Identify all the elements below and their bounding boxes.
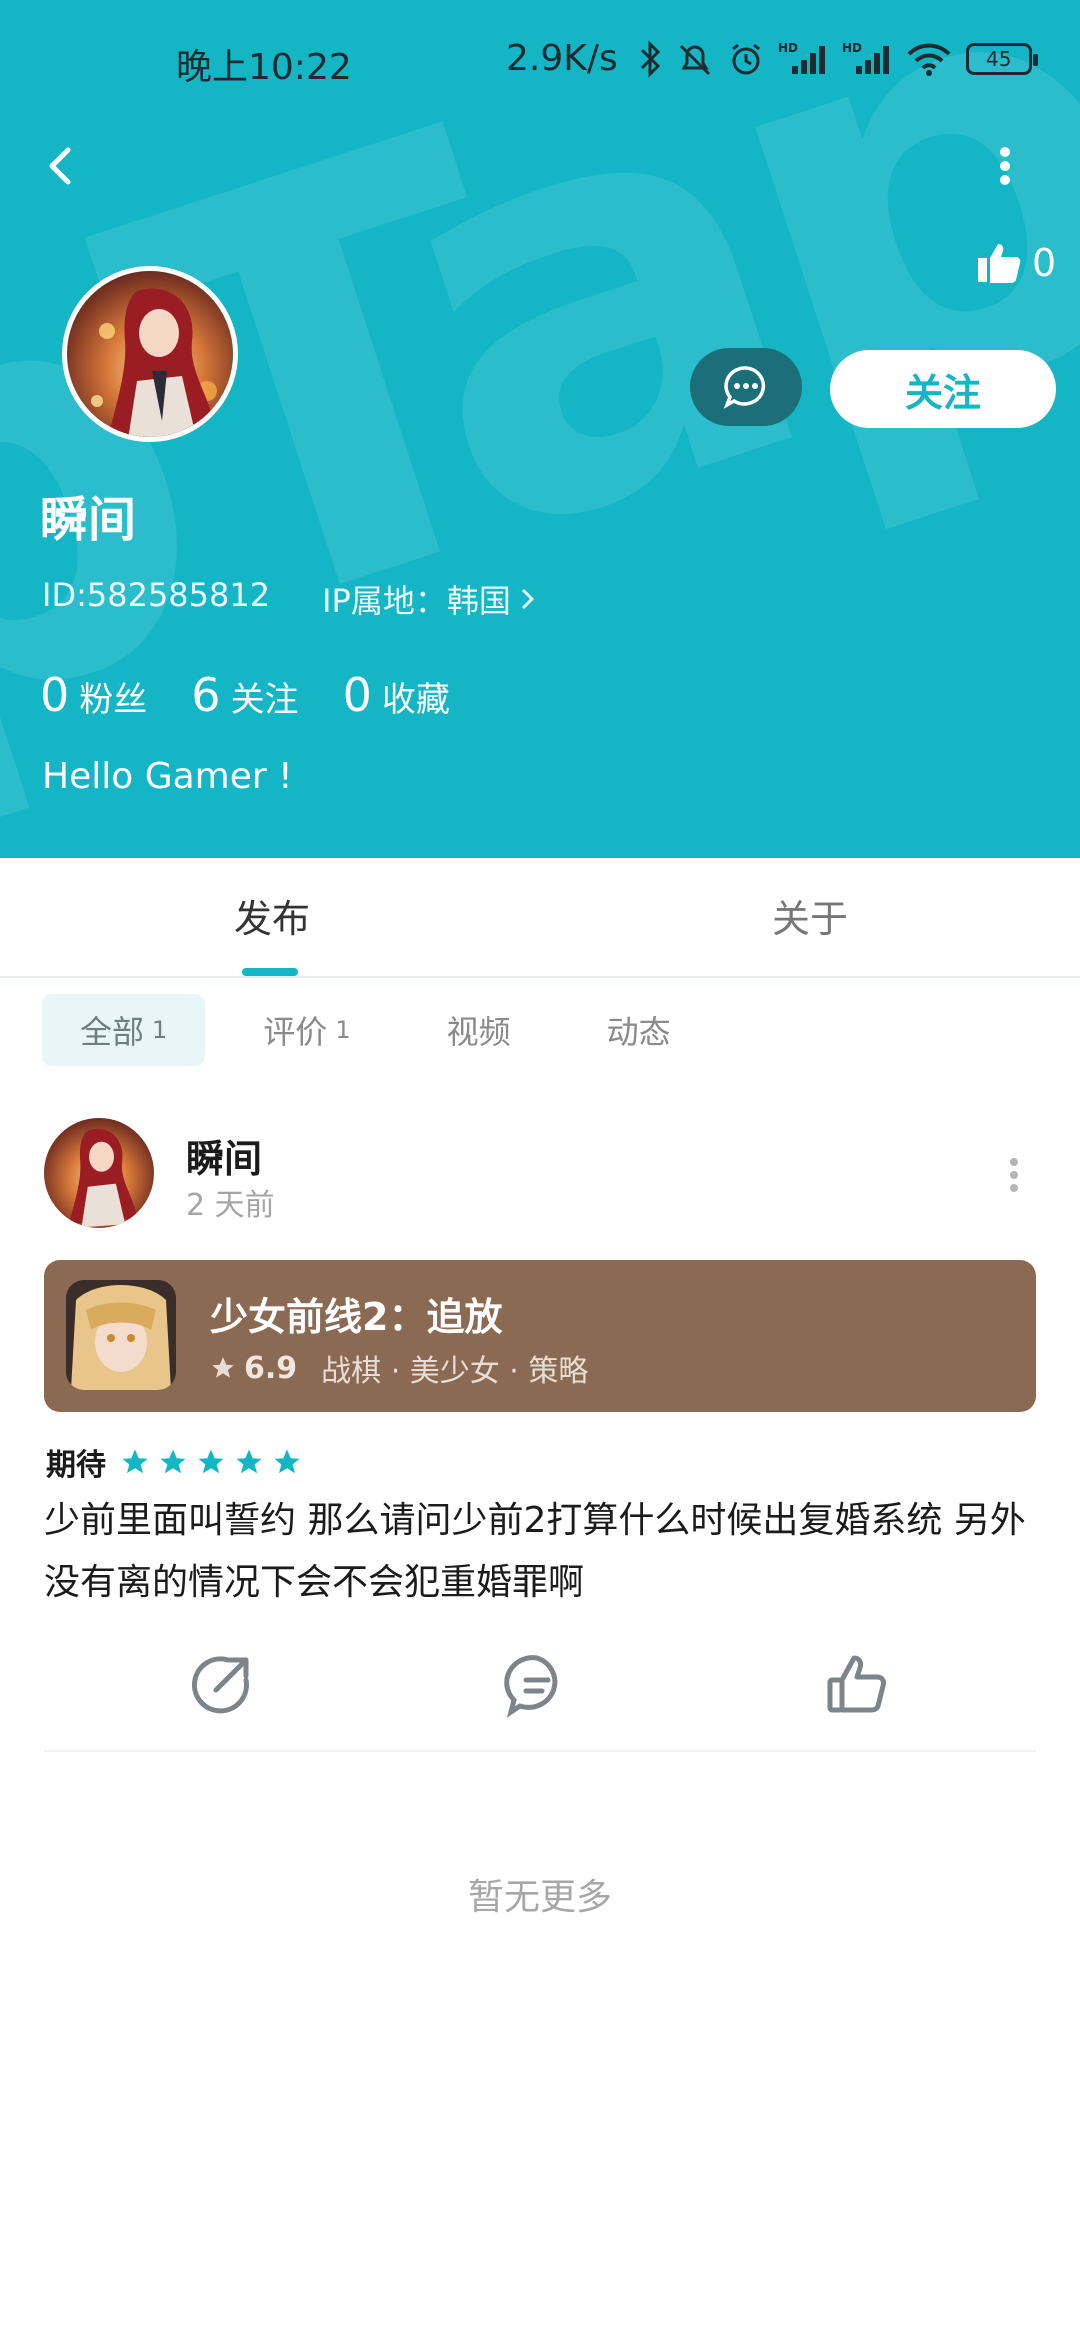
status-bar: 晚上10:22 2.9K/s HD HD 45: [0, 30, 1080, 94]
ip-location-text: IP属地：韩国: [322, 582, 511, 620]
profile-like-button[interactable]: 0: [976, 240, 1056, 286]
chip-review[interactable]: 评价 1: [225, 994, 388, 1066]
tab-about[interactable]: 关于: [772, 888, 848, 943]
chip-review-label: 评价: [263, 1013, 328, 1051]
favorites-label: 收藏: [381, 680, 450, 720]
rating-stars: [120, 1447, 302, 1477]
wifi-icon: [906, 40, 952, 78]
chevron-right-icon: [521, 588, 534, 610]
game-icon: [66, 1280, 176, 1390]
battery-level: 45: [986, 46, 1012, 71]
post-body-text[interactable]: 少前里面叫誓约 那么请问少前2打算什么时候出复婚系统 另外没有离的情况下会不会犯…: [44, 1490, 1044, 1614]
vertical-dots-icon: [1000, 147, 1010, 185]
no-more-text: 暂无更多: [467, 1877, 612, 1918]
post-actions: [0, 1650, 1080, 1720]
vertical-dots-icon: [1010, 1158, 1018, 1192]
chip-moments[interactable]: 动态: [569, 994, 709, 1066]
fans-label: 粉丝: [79, 680, 148, 720]
profile-stats: 0 粉丝 6 关注 0 收藏: [40, 668, 450, 722]
game-title: 少女前线2：追放: [210, 1295, 503, 1339]
chevron-left-icon: [49, 147, 71, 185]
profile-id-line: ID:582585812 IP属地：韩国: [42, 576, 537, 622]
profile-header: apTap 晚上10:22 2.9K/s HD HD 45 0 关注 瞬间 ID…: [0, 0, 1080, 858]
network-speed: 2.9K/s: [506, 38, 618, 79]
ip-location-link[interactable]: IP属地：韩国: [322, 576, 537, 622]
profile-username: 瞬间: [40, 492, 137, 548]
signal-hd-icon: HD: [778, 40, 828, 78]
game-tags: 战棋 · 美少女 · 策略: [321, 1354, 589, 1389]
chip-moments-label: 动态: [606, 1013, 671, 1051]
chip-all[interactable]: 全部 1: [42, 994, 206, 1066]
battery-icon: 45: [965, 42, 1038, 75]
stat-following[interactable]: 6 关注: [191, 668, 298, 722]
mute-icon: [676, 40, 714, 78]
star-icon: [198, 1449, 224, 1474]
comment-icon: [504, 1655, 558, 1718]
post-author-avatar[interactable]: [44, 1118, 154, 1228]
star-icon: [122, 1449, 148, 1474]
post-divider: [44, 1750, 1036, 1752]
post-more-button[interactable]: [1004, 1150, 1024, 1200]
tab-publish[interactable]: 发布: [234, 888, 310, 943]
avatar[interactable]: [62, 266, 238, 442]
like-count: 0: [1032, 241, 1057, 285]
post-author-name[interactable]: 瞬间: [186, 1128, 262, 1183]
svg-text:HD: HD: [778, 41, 798, 55]
chip-review-count: 1: [335, 1016, 351, 1044]
back-button[interactable]: [38, 136, 86, 196]
bluetooth-icon: [638, 39, 662, 78]
fans-count: 0: [40, 668, 70, 722]
svg-text:HD: HD: [842, 41, 862, 55]
chip-all-count: 1: [152, 1016, 168, 1044]
star-icon: [236, 1449, 262, 1474]
message-button[interactable]: [690, 348, 802, 426]
game-card[interactable]: 少女前线2：追放 6.9 战棋 · 美少女 · 策略: [44, 1260, 1036, 1412]
share-button[interactable]: [186, 1650, 256, 1720]
favorites-count: 0: [342, 668, 372, 722]
chip-video-label: 视频: [446, 1013, 511, 1051]
following-count: 6: [191, 668, 221, 722]
thumbs-up-icon: [978, 244, 1021, 283]
alarm-icon: [728, 41, 764, 77]
thumbs-up-icon: [827, 1655, 887, 1713]
review-expectation: 期待: [46, 1440, 302, 1484]
chip-all-label: 全部: [80, 1013, 145, 1051]
chip-video[interactable]: 视频: [409, 994, 549, 1066]
star-icon: [212, 1357, 234, 1378]
star-icon: [274, 1449, 300, 1474]
profile-tabs: 发布 关于: [0, 858, 1080, 978]
comment-button[interactable]: [502, 1650, 572, 1720]
star-icon: [160, 1449, 186, 1474]
following-label: 关注: [230, 680, 299, 720]
like-button[interactable]: [822, 1650, 892, 1720]
stat-fans[interactable]: 0 粉丝: [40, 668, 147, 722]
status-time: 晚上10:22: [176, 47, 352, 88]
chat-bubble-icon: [723, 366, 766, 409]
signal-hd-icon: HD: [842, 40, 892, 78]
user-id: ID:582585812: [42, 576, 271, 614]
stat-favorites[interactable]: 0 收藏: [343, 668, 450, 722]
active-tab-indicator: [242, 968, 298, 976]
more-options-button[interactable]: [990, 136, 1020, 196]
game-rating-value: 6.9: [244, 1350, 298, 1386]
post-timestamp: 2 天前: [186, 1188, 275, 1223]
expect-label: 期待: [46, 1448, 106, 1483]
follow-button[interactable]: 关注: [830, 350, 1056, 428]
share-icon: [192, 1656, 249, 1714]
profile-bio: Hello Gamer !: [42, 756, 293, 797]
filter-chips: 全部 1 评价 1 视频 动态: [42, 994, 709, 1066]
game-rating: 6.9: [210, 1351, 297, 1386]
game-meta: 6.9 战棋 · 美少女 · 策略: [210, 1346, 588, 1390]
